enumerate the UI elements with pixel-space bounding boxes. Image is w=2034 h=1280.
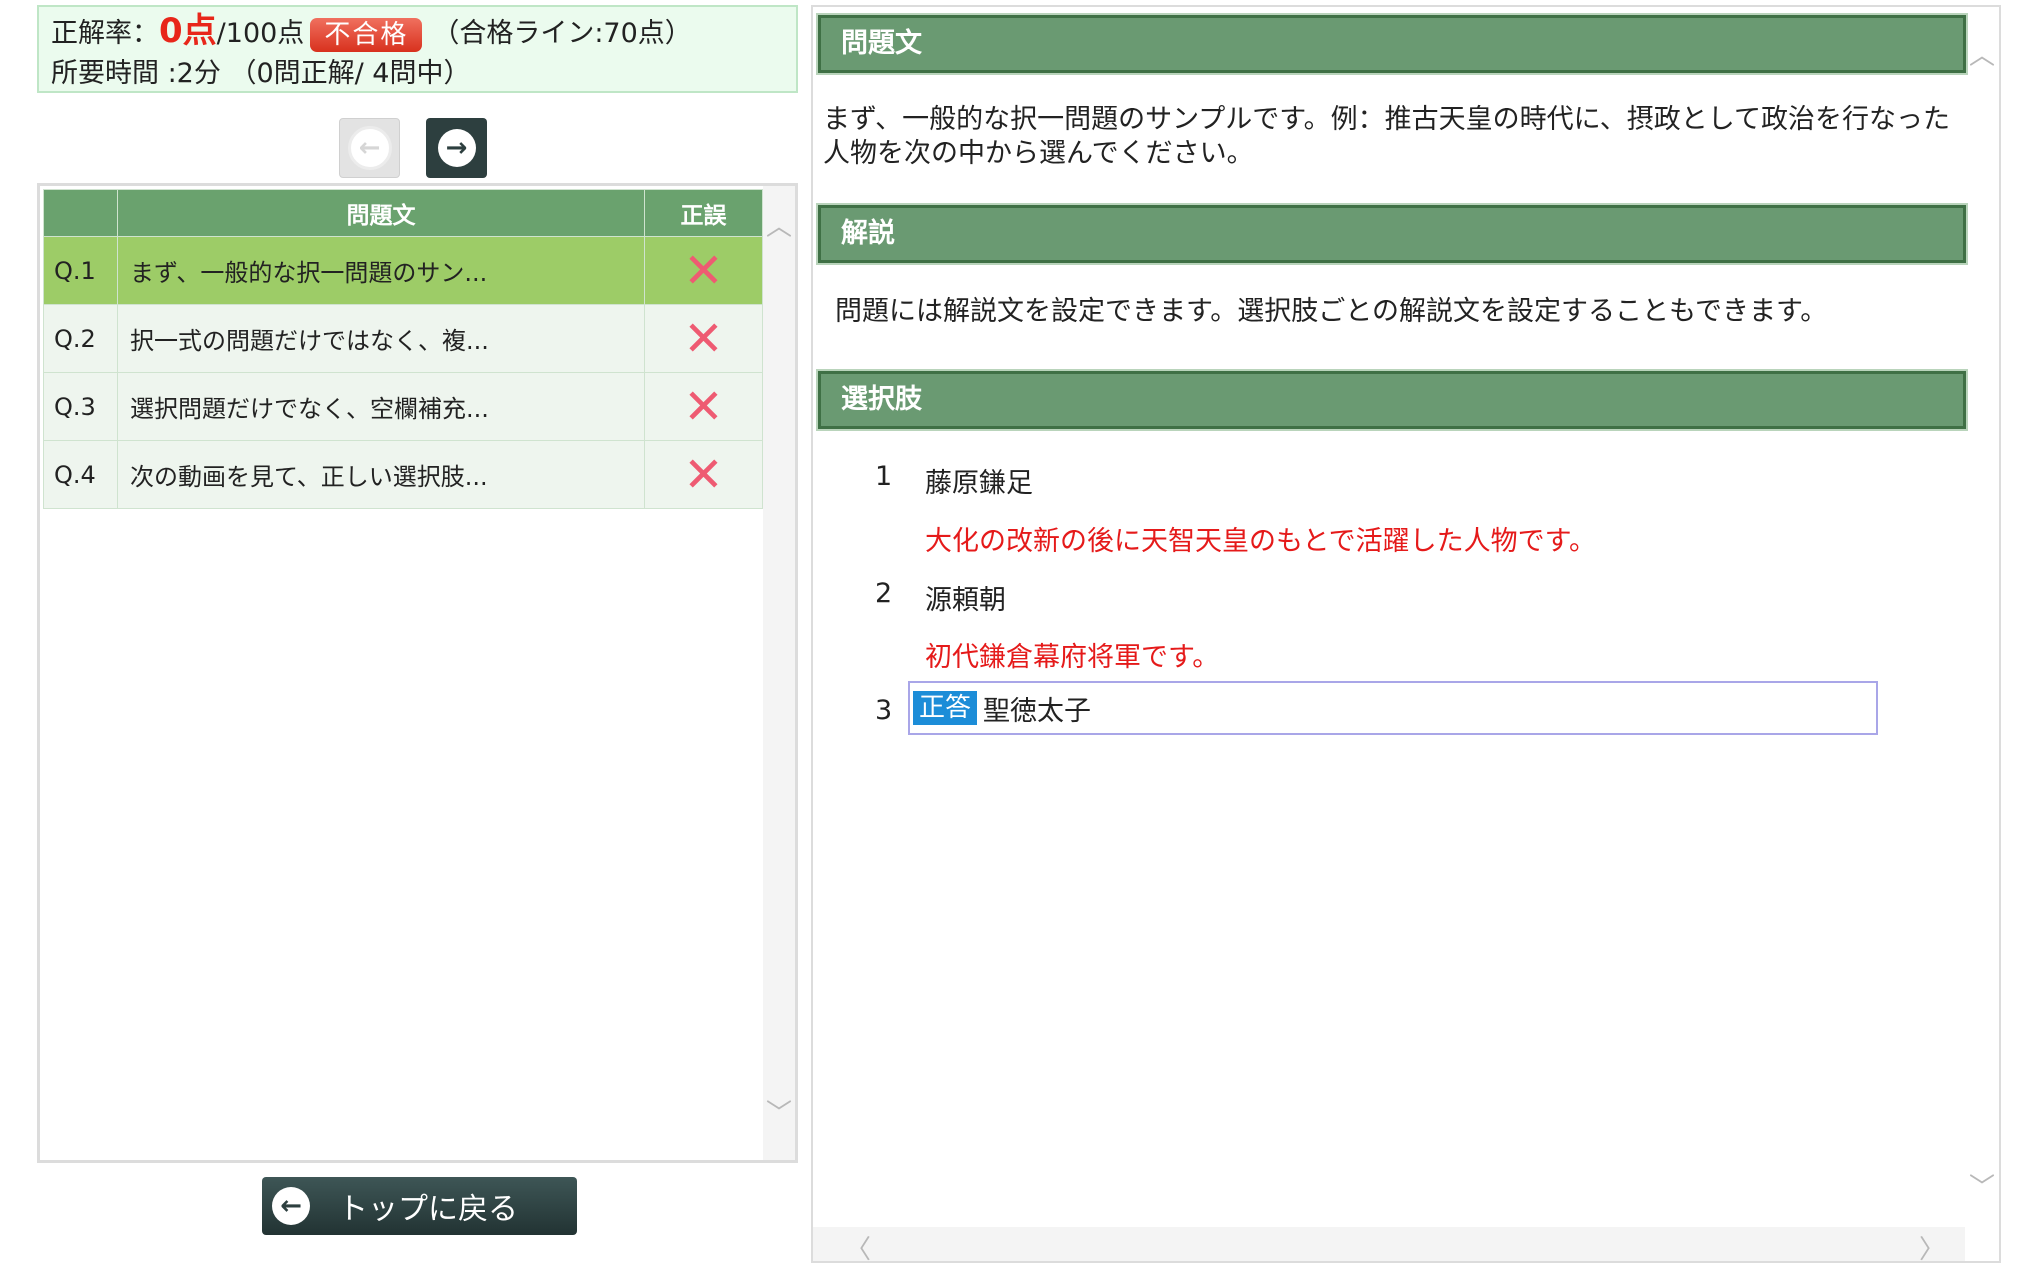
score-summary: 正解率：0点/100点 不合格 （合格ライン:70点） 所要時間 :2分 （0問正解… bbox=[37, 5, 798, 93]
score-line: 正解率：0点/100点 不合格 （合格ライン:70点） bbox=[51, 11, 784, 54]
arrow-left-icon: ← bbox=[347, 126, 392, 170]
choice-number: 3 bbox=[875, 695, 893, 726]
arrow-right-icon: → bbox=[437, 129, 476, 167]
score-max: /100点 bbox=[216, 18, 305, 49]
scroll-left-icon[interactable]: 〈 bbox=[845, 1229, 871, 1261]
table-header-row: 問題文 正誤 bbox=[43, 189, 763, 237]
fail-badge: 不合格 bbox=[310, 17, 423, 52]
question-number: Q.4 bbox=[43, 440, 118, 509]
question-list-panel: 問題文 正誤 Q.1 まず、一般的な択一問題のサン... ✕ Q.2 択一式の問… bbox=[37, 183, 798, 1163]
pass-line: （合格ライン:70点） bbox=[432, 18, 692, 49]
detail-vertical-scrollbar[interactable]: ︿ ﹀ bbox=[1965, 7, 1999, 1227]
scroll-right-icon[interactable]: 〉 bbox=[1919, 1229, 1945, 1261]
table-row[interactable]: Q.1 まず、一般的な択一問題のサン... ✕ bbox=[43, 236, 763, 305]
correct-answer-badge: 正答 bbox=[913, 691, 978, 725]
question-summary: 次の動画を見て、正しい選択肢... bbox=[117, 440, 645, 509]
question-summary: 択一式の問題だけではなく、複... bbox=[117, 304, 645, 373]
choice-text: 藤原鎌足 bbox=[925, 468, 1033, 499]
question-text: まず、一般的な択一問題のサンプルです。例：推古天皇の時代に、摂政として政治を行な… bbox=[823, 104, 1950, 169]
question-section-header: 問題文 bbox=[816, 13, 1968, 75]
choice-text: 聖徳太子 bbox=[983, 695, 1092, 727]
scroll-down-icon[interactable]: ﹀ bbox=[763, 1093, 795, 1130]
explanation-text: 問題には解説文を設定できます。選択肢ごとの解説文を設定することもできます。 bbox=[835, 296, 1828, 327]
scroll-down-icon[interactable]: ﹀ bbox=[1965, 1167, 1999, 1204]
incorrect-icon: ✕ bbox=[683, 242, 724, 299]
incorrect-icon: ✕ bbox=[683, 310, 724, 367]
incorrect-icon: ✕ bbox=[683, 446, 724, 503]
incorrect-icon: ✕ bbox=[683, 378, 724, 435]
choice-explanation: 大化の改新の後に天智天皇のもとで活躍した人物です。 bbox=[925, 526, 1596, 557]
choice-number: 1 bbox=[875, 461, 893, 492]
question-summary: まず、一般的な択一問題のサン... bbox=[117, 236, 645, 305]
choice-explanation: 初代鎌倉幕府将軍です。 bbox=[925, 642, 1220, 673]
scroll-up-icon[interactable]: ︿ bbox=[763, 206, 795, 243]
column-header-result: 正誤 bbox=[644, 189, 763, 237]
arrow-left-icon: ← bbox=[272, 1187, 310, 1225]
question-detail-pane: 問題文 まず、一般的な択一問題のサンプルです。例：推古天皇の時代に、摂政として政… bbox=[811, 5, 2001, 1263]
back-to-top-label: トップに戻る bbox=[338, 1192, 518, 1227]
explanation-section-header: 解説 bbox=[816, 203, 1968, 265]
choices-section-header: 選択肢 bbox=[816, 369, 1968, 431]
column-header-number bbox=[43, 189, 118, 237]
question-summary: 選択問題だけでなく、空欄補充... bbox=[117, 372, 645, 441]
column-header-question: 問題文 bbox=[117, 189, 645, 237]
table-row[interactable]: Q.2 択一式の問題だけではなく、複... ✕ bbox=[43, 304, 763, 373]
score-rate-label: 正解率： bbox=[51, 18, 159, 49]
choice-number: 2 bbox=[875, 578, 893, 609]
back-to-top-button[interactable]: ← トップに戻る bbox=[262, 1177, 577, 1235]
choice-text: 源頼朝 bbox=[925, 585, 1006, 616]
detail-horizontal-scrollbar[interactable]: 〈 〉 bbox=[813, 1227, 1965, 1261]
table-row[interactable]: Q.4 次の動画を見て、正しい選択肢... ✕ bbox=[43, 440, 763, 509]
table-row[interactable]: Q.3 選択問題だけでなく、空欄補充... ✕ bbox=[43, 372, 763, 441]
next-question-button[interactable]: → bbox=[426, 118, 487, 178]
correct-choice-box: 正答 聖徳太子 bbox=[908, 681, 1878, 735]
question-table: 問題文 正誤 Q.1 まず、一般的な択一問題のサン... ✕ Q.2 択一式の問… bbox=[43, 189, 763, 509]
question-number: Q.2 bbox=[43, 304, 118, 373]
list-scrollbar[interactable]: ︿ ﹀ bbox=[763, 186, 795, 1160]
score-value: 0点 bbox=[159, 11, 217, 51]
question-number: Q.1 bbox=[43, 236, 118, 305]
time-line: 所要時間 :2分 （0問正解/ 4問中） bbox=[51, 58, 471, 89]
prev-question-button[interactable]: ← bbox=[339, 118, 400, 178]
scroll-up-icon[interactable]: ︿ bbox=[1965, 35, 1999, 72]
question-number: Q.3 bbox=[43, 372, 118, 441]
